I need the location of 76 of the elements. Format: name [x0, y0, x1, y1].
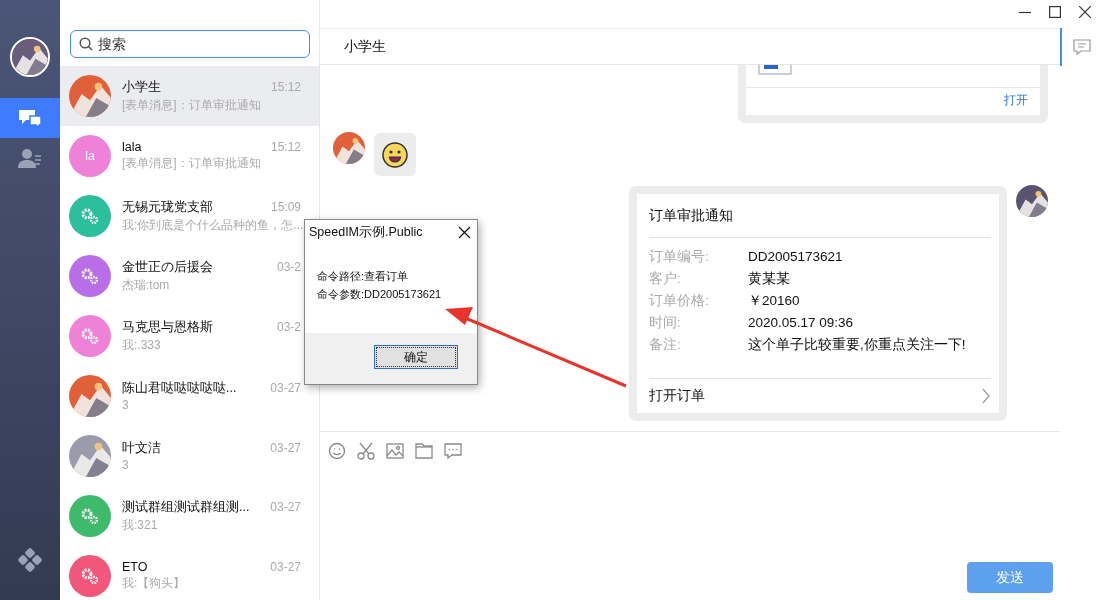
dialog-message: 命令参数:DD2005173621 [317, 287, 443, 302]
nav-tab[interactable] [0, 98, 60, 138]
conversation-item[interactable]: 金世正の后援会 03-2 杰瑞:tom [60, 246, 304, 306]
chat-title: 小学生 [344, 37, 386, 56]
message-preview: 我:321 [122, 516, 159, 534]
ok-button[interactable]: 确定 [374, 345, 458, 369]
message-time: 15:09 [270, 199, 301, 214]
field-value: 这个单子比较重要,你重点关注一下! [748, 336, 967, 354]
close-icon[interactable] [458, 226, 471, 239]
contact-name: 陈山君哒哒哒哒哒... [122, 380, 237, 397]
conversation-item[interactable]: 陈山君哒哒哒哒哒... 03-27 3 [60, 366, 304, 426]
field-value: 2020.05.17 09:36 [748, 314, 855, 332]
message-time: 15:12 [270, 79, 301, 94]
card-title: 订单审批通知 [649, 194, 991, 238]
conversation-item[interactable]: 马克思与恩格斯 03-2 我:.333 [60, 306, 304, 366]
message-time: 03-27 [270, 441, 301, 455]
chevron-right-icon [981, 388, 991, 404]
maximize-icon[interactable] [1049, 6, 1061, 18]
chat-icon [18, 107, 42, 129]
search-icon [79, 37, 93, 51]
message-time: 03-2 [276, 259, 301, 274]
field-value: ￥20160 [748, 292, 801, 310]
gears-icon [81, 207, 99, 225]
field-label: 时间: [649, 314, 682, 332]
conversation-item[interactable]: 叶文洁 03-27 3 [60, 426, 304, 486]
contacts-icon [18, 148, 42, 168]
folder-icon[interactable] [415, 442, 433, 460]
contact-name: 测试群组测试群组测... [122, 498, 250, 516]
message-preview: 3 [122, 398, 130, 412]
scissors-icon[interactable] [357, 442, 375, 460]
dialog-title: SpeedIM示例.Public [309, 224, 423, 241]
dialog-message: 命令路径:查看订单 [317, 269, 410, 284]
conversation-item[interactable]: 测试群组测试群组测... 03-27 我:321 [60, 486, 304, 546]
search-field[interactable]: 搜索 [70, 30, 310, 58]
conversation-item[interactable]: la lala 15:12 [表单消息]：订单审批通知 [60, 126, 304, 186]
field-value: 黄某某 [748, 270, 791, 288]
message-time: 03-2 [276, 319, 301, 334]
field-label: 备注: [649, 336, 682, 354]
conversation-item[interactable]: 无锡元珑党支部 15:09 我:你到底是个什么品种的鱼，怎... [60, 186, 304, 246]
message-preview: 我:【狗头】 [122, 575, 187, 592]
image-icon[interactable] [386, 442, 404, 460]
field-label: 订单编号: [649, 248, 710, 266]
gears-icon [81, 567, 99, 585]
smiley-icon [382, 141, 408, 168]
message-preview: [表单消息]：订单审批通知 [122, 155, 262, 172]
chat-panel-icon[interactable] [1073, 39, 1091, 55]
contact-name: ETO [122, 560, 148, 574]
emoji-icon[interactable] [328, 442, 346, 460]
field-value: DD2005173621 [748, 248, 844, 266]
contact-name: 金世正の后援会 [122, 258, 213, 276]
message-time: 03-27 [270, 560, 301, 574]
message-preview: [表单消息]：订单审批通知 [122, 96, 262, 114]
field-label: 客户: [649, 270, 682, 288]
message-time: 03-27 [270, 381, 301, 395]
gears-icon [81, 327, 99, 345]
contact-name: 小学生 [122, 78, 161, 96]
contact-name: 叶文洁 [122, 440, 161, 457]
gears-icon [81, 267, 99, 285]
message-time: 15:12 [270, 140, 301, 154]
message-preview: 我:你到底是个什么品种的鱼，怎... [122, 216, 301, 234]
message-preview: 杰瑞:tom [122, 276, 171, 294]
contact-name: 马克思与恩格斯 [122, 318, 213, 336]
field-label: 订单价格: [649, 292, 710, 310]
close-icon[interactable] [1079, 6, 1091, 18]
message-time: 03-27 [270, 499, 301, 514]
apps-icon[interactable] [17, 548, 43, 574]
message-icon[interactable] [444, 442, 462, 460]
gears-icon [81, 507, 99, 525]
conversation-item[interactable]: ETO 03-27 我:【狗头】 [60, 546, 304, 600]
open-link[interactable]: 打开 [1004, 92, 1028, 109]
contact-name: 无锡元珑党支部 [122, 198, 213, 216]
message-preview: 3 [122, 458, 130, 472]
avatar: la [69, 135, 111, 177]
message-preview: 我:.333 [122, 336, 162, 354]
contact-name: lala [122, 140, 142, 154]
open-order-link[interactable]: 打开订单 [649, 379, 991, 413]
